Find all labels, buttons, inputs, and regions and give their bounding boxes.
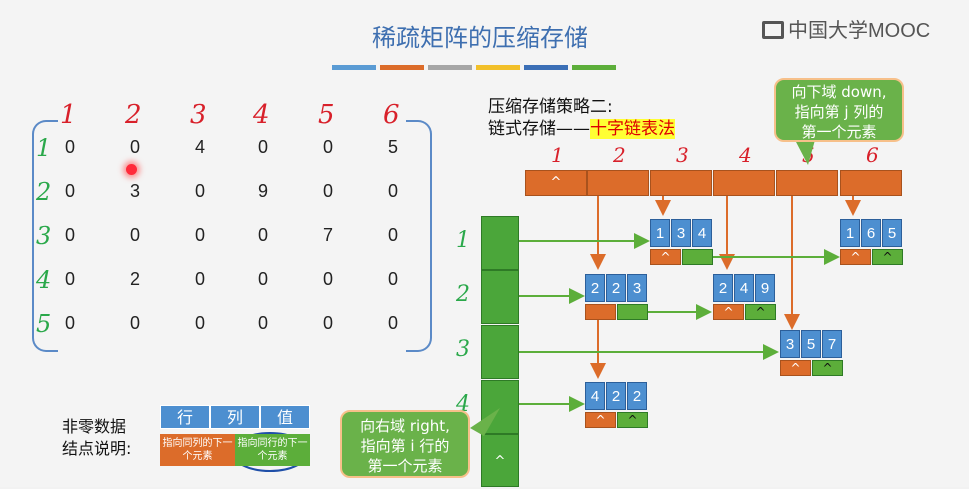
node-field: 9	[755, 274, 775, 302]
legend-down-desc: 指向同列的下一个元素	[160, 434, 235, 466]
legend-label: 非零数据 结点说明:	[62, 416, 131, 460]
cross-list-node: 1 3 4 ^	[650, 219, 713, 267]
node-field: 5	[801, 330, 821, 358]
node-field: 2	[713, 274, 733, 302]
node-right-link: ^	[617, 412, 648, 428]
node-right-link: ^	[745, 304, 776, 320]
callout-right: 向右域 right, 指向第 i 行的 第一个元素	[340, 410, 470, 478]
legend-label-line1: 非零数据	[62, 417, 127, 436]
node-field: 2	[606, 274, 626, 302]
node-right-link	[682, 249, 713, 265]
node-field: 3	[627, 274, 647, 302]
node-field: 6	[861, 219, 881, 247]
node-field: 3	[671, 219, 691, 247]
callout-right-line1: 向右域 right,	[360, 417, 450, 435]
node-down-link: ^	[650, 249, 681, 265]
legend-row-header: 行	[160, 405, 210, 429]
node-right-link	[617, 304, 648, 320]
node-field: 4	[585, 382, 605, 410]
callout-right-pointer	[470, 408, 500, 436]
callout-down-line1: 向下域 down,	[791, 83, 887, 101]
callout-down-line2: 指向第 j 列的	[794, 103, 884, 121]
node-field: 4	[692, 219, 712, 247]
node-right-link: ^	[872, 249, 903, 265]
node-down-link: ^	[585, 412, 616, 428]
node-field: 4	[734, 274, 754, 302]
node-field: 7	[822, 330, 842, 358]
node-field: 1	[650, 219, 670, 247]
cross-list-node: 223	[585, 274, 648, 322]
node-down-link: ^	[840, 249, 871, 265]
legend-label-line2: 结点说明:	[62, 439, 132, 458]
node-field: 1	[840, 219, 860, 247]
node-right-link: ^	[812, 360, 843, 376]
slide: 稀疏矩阵的压缩存储 中国大学MOOC 123456 12345 00400503…	[0, 0, 969, 487]
legend-right-desc: 指向同行的下一个元素	[235, 434, 310, 466]
node-down-link: ^	[780, 360, 811, 376]
node-field: 2	[606, 382, 626, 410]
cross-list-node: 3 5 7 ^ ^	[780, 330, 843, 378]
node-field: 5	[882, 219, 902, 247]
legend-val-header: 值	[260, 405, 310, 429]
node-field: 2	[627, 382, 647, 410]
callout-down: 向下域 down, 指向第 j 列的 第一个元素	[774, 78, 904, 142]
legend-col-header: 列	[210, 405, 260, 429]
link-arrows	[231, 140, 861, 472]
callout-down-pointer	[795, 140, 815, 165]
callout-right-line3: 第一个元素	[367, 457, 443, 475]
node-down-link: ^	[713, 304, 744, 320]
node-field: 2	[585, 274, 605, 302]
callout-right-line2: 指向第 i 行的	[360, 437, 450, 455]
node-field: 3	[780, 330, 800, 358]
cross-list-node: 4 2 2 ^ ^	[585, 382, 648, 430]
cross-list-node: 2 4 9 ^ ^	[713, 274, 776, 322]
callout-down-line3: 第一个元素	[801, 123, 877, 141]
cross-list-node: 1 6 5 ^ ^	[840, 219, 903, 267]
node-down-link	[585, 304, 616, 320]
